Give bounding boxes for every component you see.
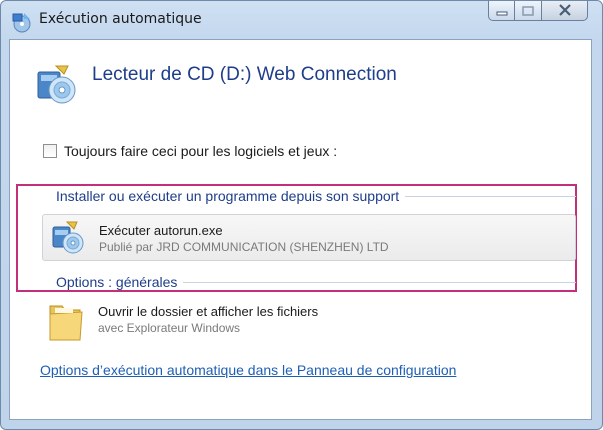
setup-program-icon <box>51 221 85 255</box>
control-panel-link[interactable]: Options d’exécution automatique dans le … <box>40 362 456 378</box>
content-panel: Lecteur de CD (D:) Web Connection Toujou… <box>9 39 592 420</box>
window-title: Exécution automatique <box>39 11 202 27</box>
install-section-heading: Installer ou exécuter un programme depui… <box>56 188 576 204</box>
open-folder-subtitle: avec Explorateur Windows <box>98 321 241 335</box>
maximize-icon <box>522 1 534 20</box>
close-icon <box>558 1 572 20</box>
run-autorun-title: Exécuter autorun.exe <box>99 223 223 238</box>
general-section-heading: Options : générales <box>56 274 576 290</box>
maximize-button[interactable] <box>515 1 542 21</box>
section-divider <box>183 281 576 283</box>
title-bar[interactable]: Exécution automatique <box>1 1 602 39</box>
run-autorun-publisher: Publié par JRD COMMUNICATION (SHENZHEN) … <box>99 240 389 254</box>
minimize-icon <box>496 1 508 20</box>
section-divider <box>405 195 576 197</box>
window-controls <box>488 1 588 22</box>
autoplay-window: Exécution automatique Lecteur de CD (D:)… <box>0 0 603 430</box>
minimize-button[interactable] <box>488 1 515 21</box>
always-do-label[interactable]: Toujours faire ceci pour les logiciels e… <box>64 143 337 159</box>
install-section-label: Installer ou exécuter un programme depui… <box>56 188 400 204</box>
cd-drive-icon <box>34 62 78 106</box>
general-section-label: Options : générales <box>56 274 178 290</box>
always-do-checkbox[interactable] <box>43 144 57 158</box>
run-autorun-option[interactable]: Exécuter autorun.exe Publié par JRD COMM… <box>42 214 576 261</box>
autoplay-icon <box>10 11 32 33</box>
folder-icon <box>46 300 86 344</box>
open-folder-title: Ouvrir le dossier et afficher les fichie… <box>98 304 319 319</box>
drive-title: Lecteur de CD (D:) Web Connection <box>92 64 397 85</box>
close-button[interactable] <box>542 1 588 21</box>
